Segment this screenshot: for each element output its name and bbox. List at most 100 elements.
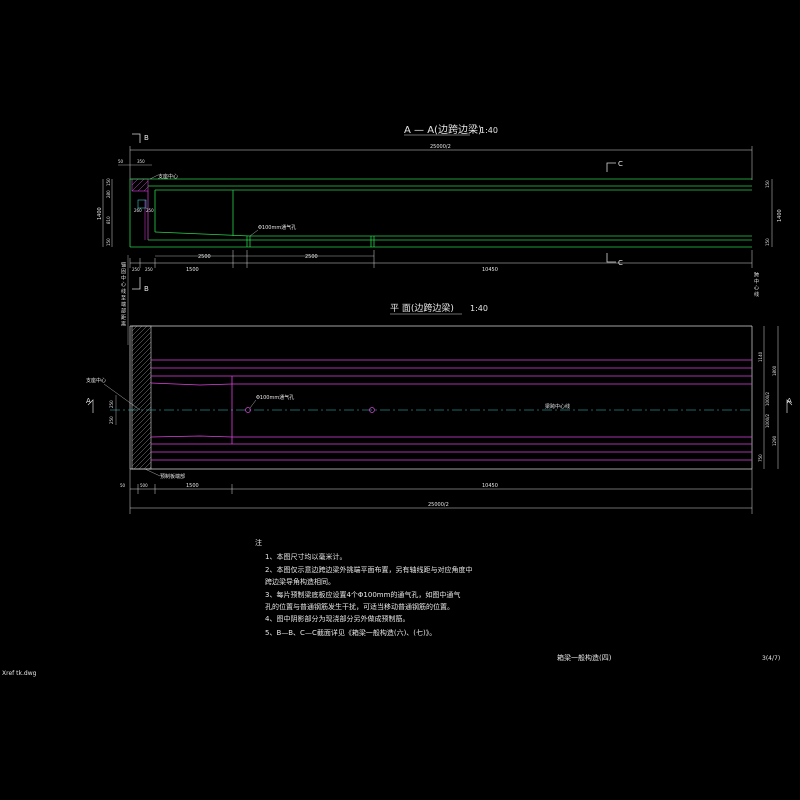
plan-left-0: 250 — [109, 400, 114, 408]
hatch-line — [133, 451, 152, 470]
section-view: A — A(边跨边梁) 1:40 25000/2 B B C C 支座中心 Φ1… — [97, 123, 783, 293]
section-right-sub-0: 150 — [765, 180, 770, 188]
section-left-sub-3: 150 — [106, 238, 111, 246]
cut-b-bottom-label: B — [144, 285, 149, 293]
xref-filename: Xref tk.dwg — [2, 670, 37, 677]
plan-bottom-2: 1500 — [186, 483, 199, 489]
hatch-line — [131, 361, 152, 382]
note-line-6: 5、B—B、C—C截面详见《箱梁一般构造(六)、(七)》。 — [265, 628, 436, 637]
plan-right-0: 1140 — [758, 351, 763, 362]
sheet-number: 3(4/7) — [762, 655, 780, 662]
section-right-height: 1400 — [777, 209, 783, 222]
section-bottom-3: 2500 — [198, 254, 211, 260]
plan-overall-dim: 25000/2 — [428, 502, 449, 508]
plan-right-2: 1000/2 — [765, 391, 770, 406]
hatch-line — [131, 421, 152, 442]
hatch-line — [131, 381, 152, 402]
section-bottom-4: 2500 — [305, 254, 318, 260]
section-bottom-5: 10450 — [482, 267, 498, 273]
plan-bottom-3: 10450 — [482, 483, 498, 489]
plan-right-5: 750 — [758, 454, 763, 462]
section-top-left-a: 50 — [118, 159, 124, 164]
hatch-line — [131, 366, 152, 387]
section-bottom-2: 1500 — [186, 267, 199, 273]
plan-bottom-1: 500 — [140, 483, 148, 488]
hatch-line — [131, 376, 152, 397]
hatch-line — [131, 351, 152, 372]
plan-end-leader — [144, 468, 161, 477]
section-inner-sub-1: 250 — [146, 208, 154, 213]
left-vertical-annotation: 锚 固 中 心 线 至 端 部 距 离 — [120, 255, 129, 345]
cut-b-top-mark — [132, 133, 141, 143]
left-vertical-text: 锚 固 中 心 线 至 端 部 距 离 — [120, 261, 126, 327]
cut-c-top-label: C — [618, 160, 623, 168]
section-left-sub-0: 150 — [106, 178, 111, 186]
section-vent-leader — [249, 229, 259, 237]
plan-end-hatch — [131, 325, 152, 470]
plan-vent-leader — [249, 399, 257, 409]
section-vent-label: Φ100mm通气孔 — [258, 224, 296, 231]
section-inner-sub-0: 260 — [134, 208, 142, 213]
hatch-line — [131, 391, 152, 412]
section-support-label: 支座中心 — [158, 173, 178, 180]
note-line-4: 孔的位置与普通钢筋发生干扰，可适当移动普通钢筋的位置。 — [265, 602, 454, 611]
plan-right-3: 1000/2 — [765, 413, 770, 428]
hatch-line — [131, 326, 152, 347]
section-support-leader — [149, 174, 159, 180]
notes-heading: 注 — [255, 538, 262, 547]
hatch-line — [131, 436, 152, 457]
plan-right-4: 1290 — [772, 435, 777, 446]
hatch-line — [131, 401, 152, 422]
right-vertical-annotation: 跨 中 心 线 — [753, 271, 759, 297]
section-left-sub-1: 280 — [106, 190, 111, 198]
hatch-line — [131, 331, 152, 352]
cut-c-bottom-mark — [606, 253, 616, 263]
hatch-line — [131, 431, 152, 452]
plan-right-1: 1800 — [772, 365, 777, 376]
hatch-line — [131, 341, 152, 362]
section-left-height: 1400 — [97, 207, 103, 220]
plan-view: 平 面(边跨边梁) 1:40 梁跨中心线 Φ100mm通气孔 支座中心 预制板端… — [86, 302, 793, 514]
hatch-line — [131, 386, 152, 407]
section-title: A — A(边跨边梁) — [404, 123, 482, 136]
section-top-left-b: 350 — [137, 159, 145, 164]
section-girder-outline — [129, 178, 752, 248]
right-vertical-text: 跨 中 心 线 — [753, 271, 759, 297]
cut-a-right-label: A — [787, 397, 792, 405]
section-left-sub-2: 810 — [106, 216, 111, 224]
note-line-0: 1、本图尺寸均以毫米计。 — [265, 552, 346, 561]
plan-scale: 1:40 — [470, 304, 488, 313]
hatch-line — [131, 325, 143, 337]
hatch-line — [131, 441, 152, 462]
cut-b-top-label: B — [144, 134, 149, 142]
hatch-line — [131, 336, 152, 357]
note-line-2: 跨边梁导角构造相同。 — [265, 577, 335, 586]
hatch-line — [131, 356, 152, 377]
plan-outline — [129, 325, 753, 470]
plan-left-1: 250 — [109, 416, 114, 424]
drawing-canvas: A — A(边跨边梁) 1:40 25000/2 B B C C 支座中心 Φ1… — [2, 123, 793, 677]
plan-title: 平 面(边跨边梁) — [390, 302, 454, 314]
plan-end-label: 预制板端部 — [160, 473, 185, 480]
notes-block: 注 1、本图尺寸均以毫米计。 2、本图仅示意边跨边梁外挑端平面布置，另有轴线距与… — [255, 538, 472, 637]
note-line-3: 3、每片预制梁底板应设置4个Φ100mm的通气孔，如图中通气 — [265, 590, 460, 599]
section-bottom-0: 250 — [132, 267, 140, 272]
section-right-sub-1: 150 — [765, 238, 770, 246]
section-scale: 1:40 — [480, 126, 498, 135]
section-bottom-ticks — [129, 250, 753, 268]
plan-support-label: 支座中心 — [86, 377, 106, 384]
hatch-line — [131, 325, 138, 332]
cut-c-top-mark — [606, 162, 616, 172]
hatch-line — [131, 416, 152, 437]
hatch-line — [131, 446, 152, 467]
hatch-line — [131, 346, 152, 367]
note-line-1: 2、本图仅示意边跨边梁外挑端平面布置，另有轴线距与对应角度中 — [265, 565, 472, 574]
drawing-name: 箱梁一般构造(四) — [557, 653, 612, 662]
plan-centerline-label: 梁跨中心线 — [545, 403, 570, 410]
cut-a-left-label: A — [86, 397, 91, 405]
hatch-line — [131, 411, 152, 432]
plan-bottom-0: 50 — [120, 483, 126, 488]
section-overall-dim: 25000/2 — [430, 144, 451, 150]
hatch-line — [131, 426, 152, 447]
plan-vent-label: Φ100mm通气孔 — [256, 394, 294, 401]
